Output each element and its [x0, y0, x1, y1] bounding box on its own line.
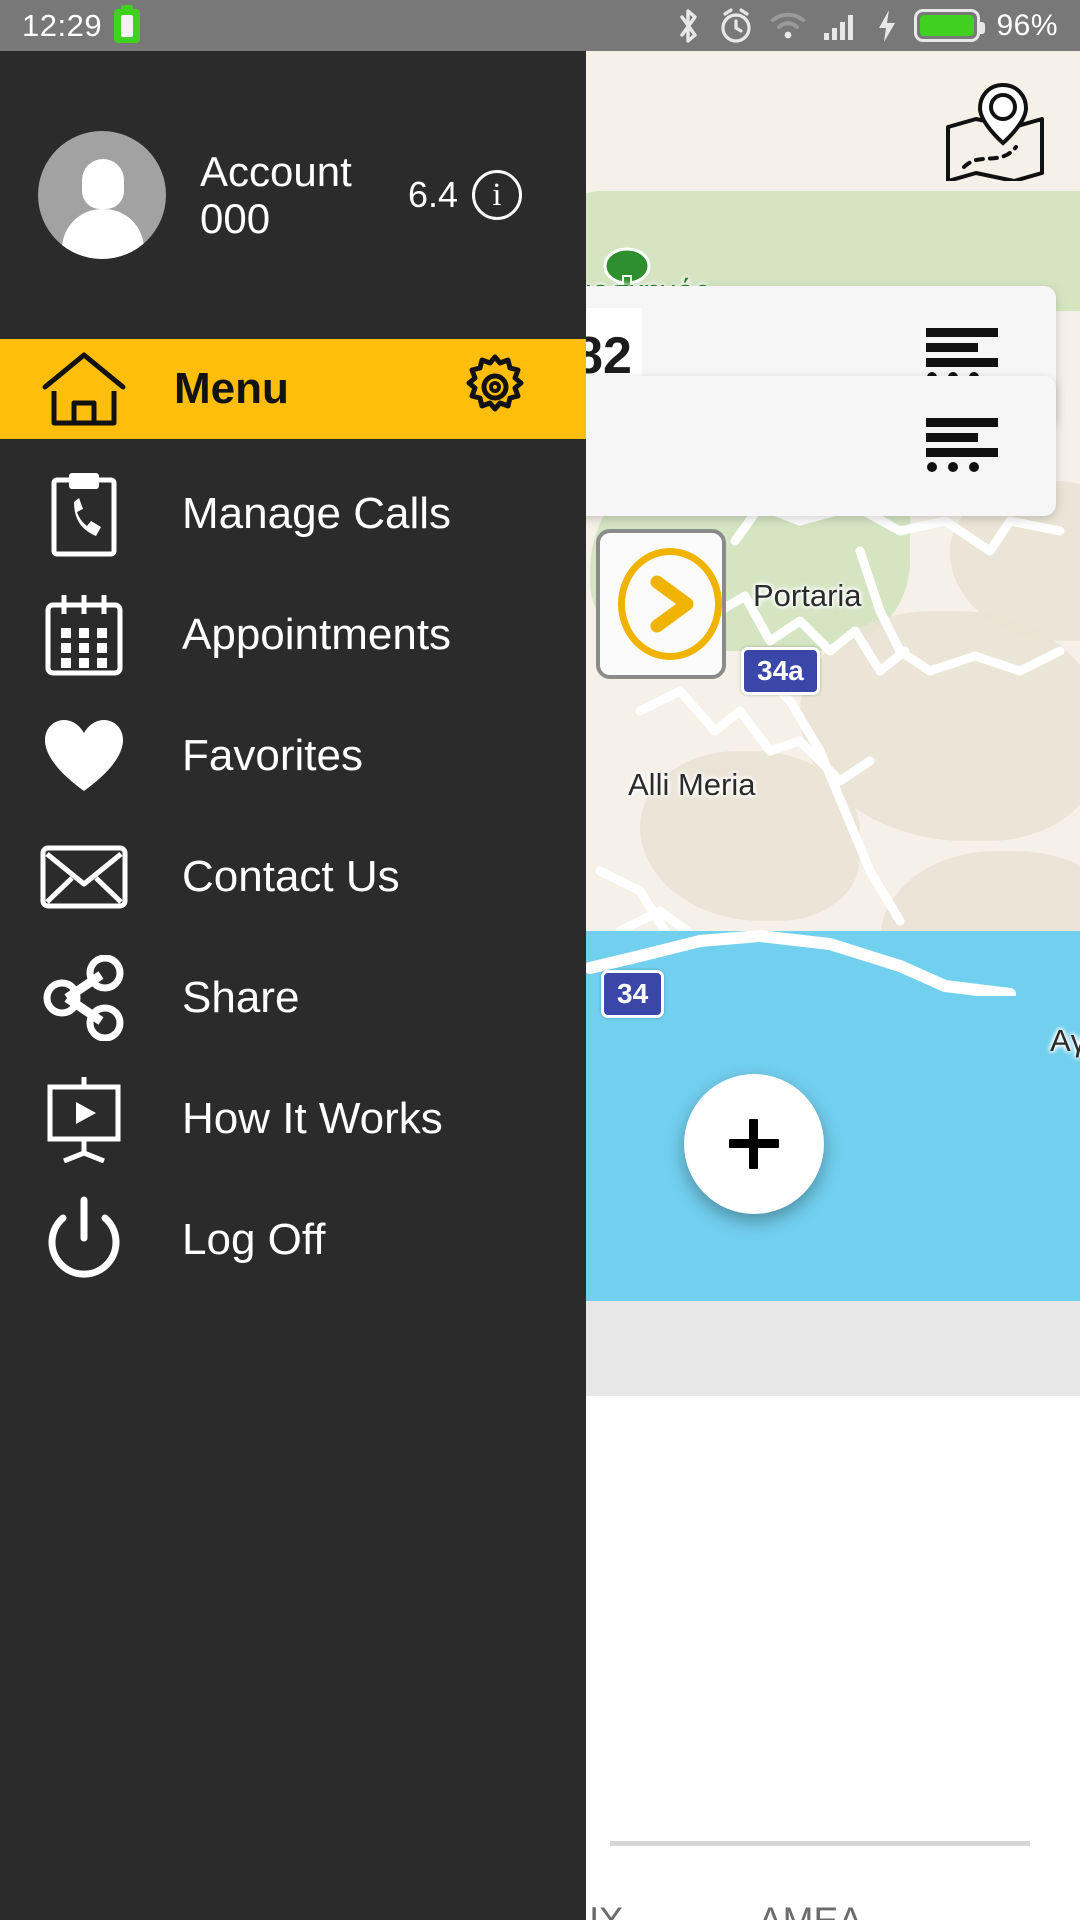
- alarm-icon: [718, 7, 754, 45]
- map-route-pin-icon[interactable]: [940, 81, 1050, 183]
- navigation-arrow-card[interactable]: [596, 529, 726, 679]
- calendar-icon: [38, 592, 130, 678]
- sidebar-item-label: Contact Us: [182, 851, 400, 901]
- charging-bolt-icon: [876, 9, 898, 43]
- sidebar-item-how-it-works[interactable]: How It Works: [0, 1058, 586, 1179]
- map-label-cut: Aγ: [1050, 1023, 1080, 1058]
- sidebar-item-label: Manage Calls: [182, 488, 452, 538]
- envelope-icon: [38, 844, 130, 910]
- power-icon: [38, 1196, 130, 1284]
- plus-icon: [729, 1119, 779, 1169]
- share-icon: [38, 954, 130, 1041]
- app-version: 6.4: [407, 174, 458, 215]
- map-label-alli-meria: Alli Meria: [628, 767, 756, 802]
- status-icons: 96%: [674, 7, 1058, 45]
- battery-percent: 96%: [996, 8, 1058, 42]
- add-fab-button[interactable]: [684, 1074, 824, 1214]
- clipboard-call-icon: [38, 470, 130, 558]
- sidebar-item-manage-calls[interactable]: Manage Calls: [0, 453, 586, 574]
- presentation-play-icon: [38, 1075, 130, 1163]
- person-avatar-icon: [38, 131, 166, 259]
- signal-icon: [822, 11, 860, 41]
- sidebar-item-label: Favorites: [182, 730, 363, 780]
- sidebar-item-contact-us[interactable]: Contact Us: [0, 816, 586, 937]
- home-icon: [38, 351, 130, 427]
- bluetooth-icon: [674, 7, 702, 45]
- tab-amea[interactable]: AMEA: [758, 1900, 863, 1920]
- account-id: 000: [200, 195, 271, 242]
- drawer-nav-list: Manage Calls Appointments Favorites Cont…: [0, 439, 586, 1300]
- gear-icon[interactable]: [462, 354, 528, 425]
- list-lines-dots-icon[interactable]: [922, 416, 1004, 477]
- account-name: Account: [200, 147, 352, 195]
- road-shield-34a: 34a: [741, 647, 820, 695]
- sidebar-item-label: How It Works: [182, 1093, 443, 1143]
- sheet-divider: [610, 1841, 1030, 1846]
- navigation-drawer[interactable]: Account 000 6.4 i Menu Manage Calls Appo…: [0, 51, 586, 1920]
- battery-icon: [914, 9, 986, 42]
- sidebar-item-appointments[interactable]: Appointments: [0, 574, 586, 695]
- sidebar-item-label: Appointments: [182, 609, 452, 659]
- status-bar: 12:29 96%: [0, 0, 1080, 51]
- drawer-account-header[interactable]: Account 000 6.4 i: [0, 51, 586, 339]
- sidebar-item-share[interactable]: Share: [0, 937, 586, 1058]
- sidebar-item-label: Share: [182, 972, 300, 1022]
- navigation-arrow-icon: [618, 548, 722, 660]
- sidebar-item-log-off[interactable]: Log Off: [0, 1179, 586, 1300]
- road-shield-34: 34: [601, 970, 665, 1018]
- wifi-icon: [770, 11, 806, 41]
- sidebar-item-label: Menu: [174, 364, 289, 413]
- app-version-group[interactable]: 6.4 i: [408, 170, 548, 220]
- sidebar-item-label: Log Off: [182, 1214, 326, 1264]
- status-time: 12:29: [22, 7, 103, 43]
- info-icon[interactable]: i: [472, 170, 522, 220]
- battery-small-icon: [114, 4, 141, 43]
- heart-icon: [38, 717, 130, 795]
- map-label-portaria: Portaria: [753, 578, 862, 613]
- sidebar-item-menu[interactable]: Menu: [0, 339, 586, 439]
- account-info: Account 000: [200, 148, 352, 242]
- sidebar-item-favorites[interactable]: Favorites: [0, 695, 586, 816]
